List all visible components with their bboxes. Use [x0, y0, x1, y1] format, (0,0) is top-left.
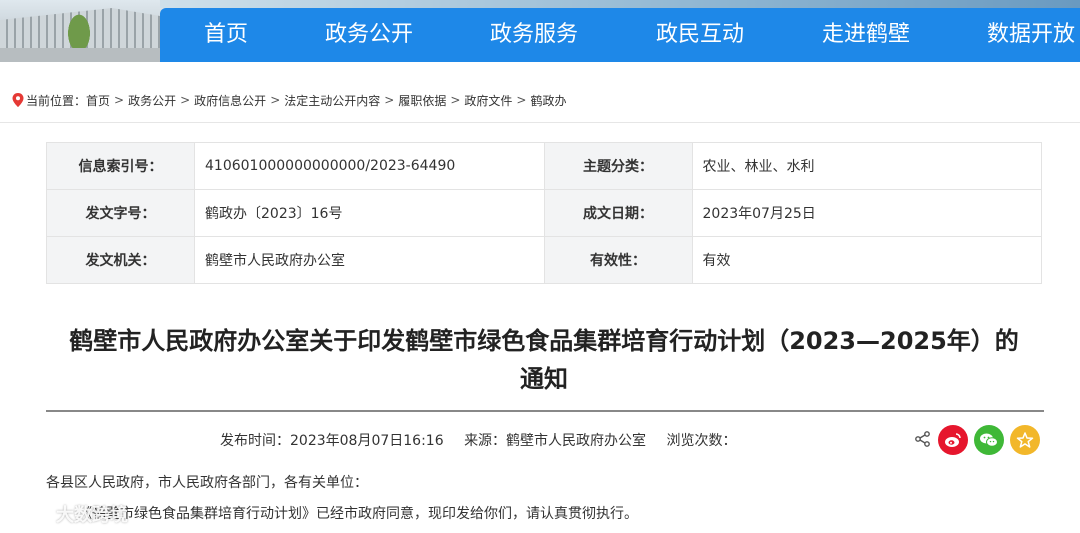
meta-issuer-value: 鹤壁市人民政府办公室 [194, 236, 545, 284]
watermark-text: 大数跨境 [56, 505, 128, 526]
breadcrumb-item[interactable]: 法定主动公开内容 [284, 92, 380, 109]
breadcrumb-item[interactable]: 首页 [86, 92, 110, 109]
share-icon[interactable] [914, 430, 932, 448]
wechat-share-button[interactable] [974, 425, 1004, 455]
meta-validity-label: 有效性： [543, 236, 693, 284]
header-sky-strip [160, 0, 1080, 8]
nav-interaction[interactable]: 政民互动 [656, 8, 744, 62]
title-divider [46, 410, 1044, 412]
table-row: 发文机关： 鹤壁市人民政府办公室 有效性： 有效 [46, 236, 1042, 284]
document-meta-table: 信息索引号： 410601000000000000/2023-64490 主题分… [46, 142, 1042, 284]
main-nav: 首页 政务公开 政务服务 政民互动 走进鹤壁 数据开放 [160, 8, 1080, 62]
breadcrumb-separator: > [180, 93, 191, 107]
location-pin-icon [12, 93, 24, 107]
nav-government-affairs[interactable]: 政务公开 [325, 8, 413, 62]
nav-home[interactable]: 首页 [204, 8, 248, 62]
favorite-icon [1016, 432, 1034, 448]
meta-docno-value: 鹤政办〔2023〕16号 [194, 189, 545, 237]
breadcrumb-separator: > [270, 93, 281, 107]
meta-issuer-label: 发文机关： [46, 236, 195, 284]
breadcrumb-separator: > [114, 93, 125, 107]
breadcrumb-item[interactable]: 政务公开 [128, 92, 176, 109]
breadcrumb-item[interactable]: 政府文件 [464, 92, 512, 109]
weibo-share-button[interactable] [938, 425, 968, 455]
wechat-icon [980, 433, 998, 447]
table-row: 信息索引号： 410601000000000000/2023-64490 主题分… [46, 142, 1042, 190]
breadcrumb-separator: > [450, 93, 461, 107]
watermark-logo-icon [10, 504, 50, 523]
meta-date-label: 成文日期： [543, 189, 693, 237]
article-salutation: 各县区人民政府，市人民政府各部门，各有关单位： [46, 475, 368, 491]
article-info: 发布时间：2023年08月07日16:16 来源：鹤壁市人民政府办公室 浏览次数… [220, 430, 753, 450]
article-title: 鹤壁市人民政府办公室关于印发鹤壁市绿色食品集群培育行动计划（2023—2025年… [46, 322, 1042, 398]
meta-docno-label: 发文字号： [46, 189, 195, 237]
favorite-button[interactable] [1010, 425, 1040, 455]
meta-topic-label: 主题分类： [543, 142, 693, 190]
table-row: 发文字号： 鹤政办〔2023〕16号 成文日期： 2023年07月25日 [46, 189, 1042, 237]
publish-time: 发布时间：2023年08月07日16:16 [220, 433, 444, 449]
nav-about-hebi[interactable]: 走进鹤壁 [822, 8, 910, 62]
article-title-line: 鹤壁市人民政府办公室关于印发鹤壁市绿色食品集群培育行动计划（2023—2025年… [69, 327, 1019, 355]
breadcrumb: 当前位置： 首页 > 政务公开 > 政府信息公开 > 法定主动公开内容 > 履职… [12, 90, 567, 110]
breadcrumb-item[interactable]: 政府信息公开 [194, 92, 266, 109]
breadcrumb-item[interactable]: 履职依据 [398, 92, 446, 109]
site-header: 首页 政务公开 政务服务 政民互动 走进鹤壁 数据开放 [0, 0, 1080, 62]
meta-index-value: 410601000000000000/2023-64490 [194, 142, 545, 190]
nav-open-data[interactable]: 数据开放 [987, 8, 1075, 62]
article-title-line: 通知 [520, 365, 568, 393]
divider [0, 122, 1080, 123]
view-count: 浏览次数： [666, 433, 737, 449]
article-source: 来源：鹤壁市人民政府办公室 [464, 433, 647, 449]
weibo-icon [945, 433, 961, 447]
breadcrumb-item[interactable]: 鹤政办 [530, 92, 566, 109]
article-paragraph: 《鹤壁市绿色食品集群培育行动计划》已经市政府同意，现印发给你们，请认真贯彻执行。 [78, 506, 638, 522]
breadcrumb-separator: > [384, 93, 395, 107]
breadcrumb-separator: > [516, 93, 527, 107]
nav-government-services[interactable]: 政务服务 [490, 8, 578, 62]
breadcrumb-prefix: 当前位置： [26, 93, 87, 108]
meta-date-value: 2023年07月25日 [691, 189, 1042, 237]
watermark: 大数跨境 [8, 498, 148, 530]
meta-index-label: 信息索引号： [46, 142, 195, 190]
header-banner-image [0, 0, 165, 62]
meta-validity-value: 有效 [691, 236, 1042, 284]
meta-topic-value: 农业、林业、水利 [691, 142, 1042, 190]
